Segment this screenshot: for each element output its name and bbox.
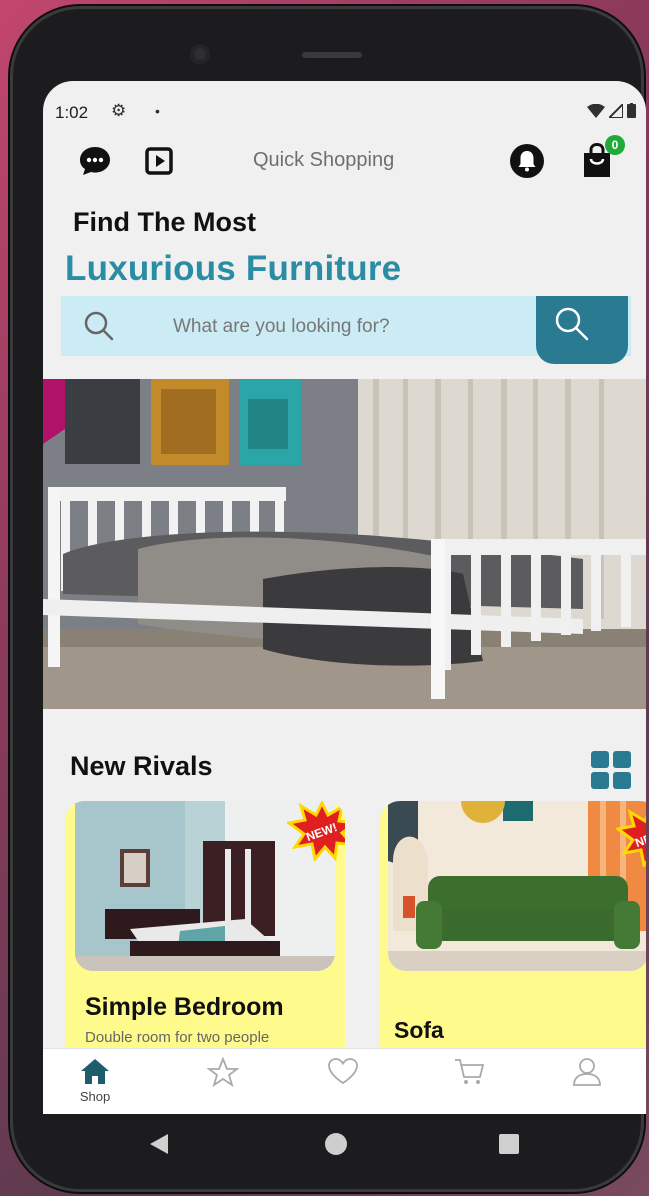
nav-shop-label: Shop <box>79 1089 111 1104</box>
status-right-icons <box>587 103 636 118</box>
status-bar: 1:02 ⚙ • <box>43 81 646 141</box>
chat-icon <box>80 147 110 175</box>
grid-view-button[interactable] <box>591 751 631 789</box>
product-title: Simple Bedroom <box>85 993 284 1021</box>
grid-icon-cell <box>591 751 609 768</box>
front-camera <box>190 44 210 64</box>
cart-count-badge: 0 <box>605 135 625 155</box>
video-button[interactable] <box>139 141 179 181</box>
star-icon <box>207 1057 239 1087</box>
hero-title: Luxurious Furniture <box>65 249 402 288</box>
signal-icon <box>609 103 623 118</box>
cart-button[interactable]: 0 <box>577 135 625 181</box>
bell-icon <box>510 144 544 178</box>
nav-favorites-star[interactable] <box>193 1057 253 1111</box>
product-card[interactable]: NEW! Sofa <box>380 801 646 1061</box>
app-top-bar: Quick Shopping 0 <box>43 135 646 191</box>
product-title: Sofa <box>394 1017 444 1043</box>
new-badge-icon: NEW! <box>616 808 646 867</box>
sofa-picture <box>388 801 646 971</box>
earpiece-speaker <box>302 52 362 58</box>
nav-wishlist[interactable] <box>313 1057 373 1111</box>
app-title: Quick Shopping <box>253 149 395 171</box>
chat-button[interactable] <box>75 141 115 181</box>
search-icon <box>555 307 589 341</box>
home-button-icon[interactable] <box>324 1132 348 1156</box>
product-description: Double room for two people <box>85 1029 270 1046</box>
cart-icon <box>455 1059 485 1084</box>
hero-banner-image[interactable] <box>43 379 646 709</box>
grid-icon-cell <box>613 772 631 789</box>
battery-icon <box>627 103 636 118</box>
product-image <box>388 801 646 971</box>
bottom-navigation: Shop <box>43 1048 646 1114</box>
status-time: 1:02 <box>55 103 89 122</box>
grid-icon-cell <box>613 751 631 768</box>
search-icon <box>84 311 114 341</box>
user-icon <box>573 1058 601 1086</box>
nav-profile[interactable] <box>557 1057 617 1111</box>
phone-frame: 1:02 ⚙ • Quick Shopping 0 Find The Most … <box>10 6 646 1192</box>
hero-subtitle: Find The Most <box>73 207 256 237</box>
section-title: New Rivals <box>70 751 213 781</box>
new-badge-icon: NEW! <box>287 801 345 861</box>
nav-cart[interactable] <box>439 1057 499 1111</box>
notification-dot-icon: • <box>155 103 160 119</box>
grid-icon-cell <box>591 772 609 789</box>
notifications-button[interactable] <box>507 141 547 181</box>
bedroom-banner-picture <box>43 379 646 709</box>
back-icon[interactable] <box>148 1132 170 1156</box>
settings-status-icon: ⚙ <box>111 101 127 120</box>
home-icon <box>81 1059 109 1084</box>
wifi-icon <box>587 103 605 118</box>
nav-shop[interactable]: Shop <box>65 1057 125 1111</box>
app-screen: 1:02 ⚙ • Quick Shopping 0 Find The Most … <box>43 81 646 1114</box>
product-card[interactable]: NEW! Simple Bedroom Double room for two … <box>65 801 345 1061</box>
search-input[interactable] <box>171 296 545 358</box>
play-icon <box>145 147 173 175</box>
recent-apps-icon[interactable] <box>498 1133 520 1155</box>
search-button[interactable] <box>536 296 628 364</box>
system-navigation-bar <box>10 1114 644 1184</box>
heart-icon <box>328 1058 358 1085</box>
